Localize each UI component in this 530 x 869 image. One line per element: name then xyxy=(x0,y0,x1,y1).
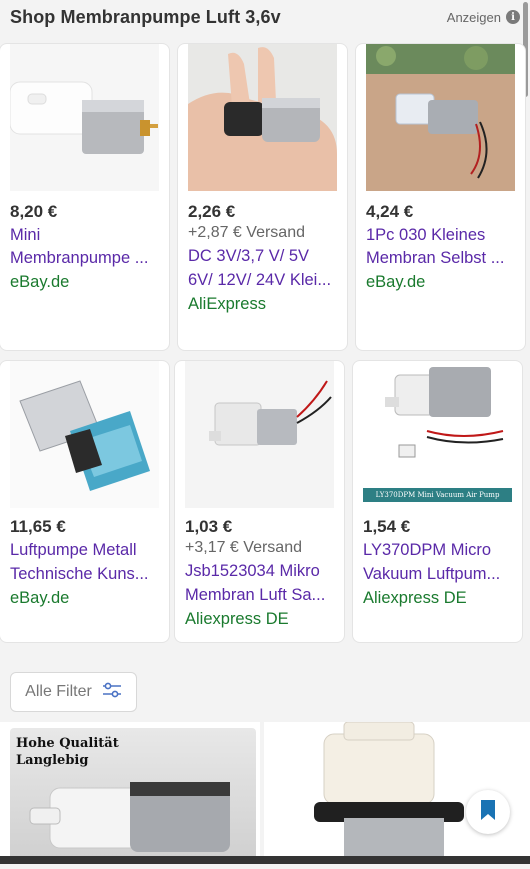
small-pump-image xyxy=(185,361,334,508)
product-card[interactable]: 8,20 € Mini Membranpumpe ... eBay.de xyxy=(0,44,169,350)
product-price: 2,26 € xyxy=(188,202,236,221)
pump-in-hand-image xyxy=(188,44,337,191)
product-card[interactable]: 4,24 € 1Pc 030 Kleines Membran Selbst ..… xyxy=(356,44,525,350)
vacuum-pump-image xyxy=(363,361,512,508)
product-price: 4,24 € xyxy=(366,202,414,221)
shipping-cost: +2,87 € Versand xyxy=(188,224,305,241)
ads-label-text: Anzeigen xyxy=(446,9,501,25)
product-title[interactable]: 6V/ 12V/ 24V Klei... xyxy=(188,271,340,290)
product-price: 11,65 € xyxy=(10,517,66,536)
pump-image xyxy=(9,44,159,191)
product-card[interactable]: 11,65 € Luftpumpe Metall Technische Kuns… xyxy=(0,361,169,642)
merchant-name: Aliexpress DE xyxy=(185,610,289,628)
product-title[interactable]: Technische Kuns... xyxy=(10,565,162,584)
merchant-name: eBay.de xyxy=(366,273,426,291)
ads-label[interactable]: Anzeigen i xyxy=(447,10,520,25)
product-price: 8,20 € xyxy=(10,202,58,221)
bookmark-button[interactable] xyxy=(466,790,510,834)
shipping-cost: +3,17 € Versand xyxy=(185,539,302,556)
shopping-header: Shop Membranpumpe Luft 3,6v Anzeigen i xyxy=(0,0,530,34)
merchant-name: AliExpress xyxy=(188,295,266,313)
merchant-name: eBay.de xyxy=(10,589,70,607)
product-image[interactable]: Hohe Qualität Langlebig xyxy=(10,728,256,864)
product-image-banner: LY370DPM Mini Vacuum Air Pump xyxy=(375,491,500,499)
product-card[interactable]: Hohe Qualität Langlebig xyxy=(0,722,260,864)
product-card[interactable]: 2,26 € +2,87 € Versand DC 3V/3,7 V/ 5V 6… xyxy=(178,44,347,350)
product-price: 1,03 € xyxy=(185,517,233,536)
product-price: 1,54 € xyxy=(363,517,411,536)
product-image[interactable] xyxy=(366,44,515,191)
product-title[interactable]: Luftpumpe Metall xyxy=(10,541,162,560)
product-title[interactable]: DC 3V/3,7 V/ 5V xyxy=(188,247,340,266)
bookmark-icon xyxy=(480,799,496,826)
info-icon[interactable]: i xyxy=(506,10,520,24)
product-image[interactable] xyxy=(185,361,334,508)
product-image[interactable]: LY370DPM Mini Vacuum Air Pump xyxy=(363,361,512,508)
product-title[interactable]: Membran Selbst ... xyxy=(366,249,518,268)
merchant-name: Aliexpress DE xyxy=(363,589,467,607)
product-title[interactable]: LY370DPM Micro xyxy=(363,541,515,560)
product-image[interactable] xyxy=(9,44,159,191)
pump-photo xyxy=(29,782,230,852)
product-image[interactable] xyxy=(10,361,159,508)
product-image[interactable] xyxy=(188,44,337,191)
pump-on-table-image xyxy=(366,44,515,191)
product-title[interactable]: Mini xyxy=(10,226,162,245)
all-filters-button[interactable]: Alle Filter xyxy=(10,672,137,712)
product-card[interactable]: LY370DPM Mini Vacuum Air Pump 1,54 € LY3… xyxy=(353,361,522,642)
bottom-edge xyxy=(0,856,530,864)
product-title[interactable]: Membran Luft Sa... xyxy=(185,586,337,605)
merchant-name: eBay.de xyxy=(10,273,70,291)
product-title[interactable]: Vakuum Luftpum... xyxy=(363,565,515,584)
section-title: Shop Membranpumpe Luft 3,6v xyxy=(10,6,281,27)
sliders-icon xyxy=(102,682,122,703)
product-title[interactable]: 1Pc 030 Kleines xyxy=(366,226,518,245)
product-card[interactable]: 1,03 € +3,17 € Versand Jsb1523034 Mikro … xyxy=(175,361,344,642)
all-filters-label: Alle Filter xyxy=(25,683,92,700)
product-title[interactable]: Jsb1523034 Mikro xyxy=(185,562,337,581)
metal-pump-image xyxy=(10,361,159,508)
product-title[interactable]: Membranpumpe ... xyxy=(10,249,162,268)
